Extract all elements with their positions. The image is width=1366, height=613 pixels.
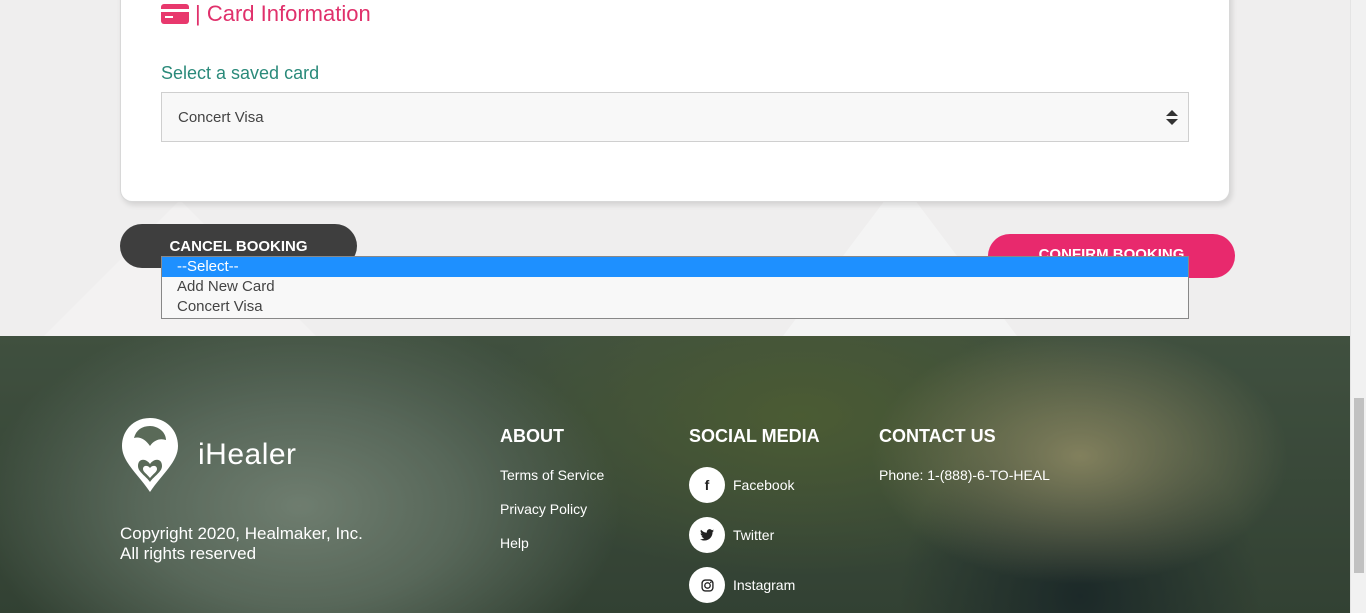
- social-media-heading: SOCIAL MEDIA: [689, 426, 820, 446]
- twitter-label: Twitter: [733, 527, 775, 543]
- brand-name: iHealer: [198, 438, 297, 471]
- contact-us-heading: CONTACT US: [879, 426, 996, 446]
- footer: iHealer Copyright 2020, Healmaker, Inc. …: [0, 336, 1350, 613]
- saved-card-select[interactable]: Concert Visa: [161, 92, 1189, 142]
- saved-card-dropdown-list: --Select-- Add New Card Concert Visa: [161, 256, 1189, 319]
- twitter-icon: [689, 517, 725, 553]
- credit-card-icon: [161, 4, 189, 24]
- ihealer-logo[interactable]: iHealer: [120, 416, 297, 494]
- dropdown-option-concert-visa[interactable]: Concert Visa: [162, 297, 1188, 317]
- twitter-link[interactable]: Twitter: [689, 517, 820, 553]
- footer-contact-column: CONTACT US Phone: 1-(888)-6-TO-HEAL: [879, 426, 1050, 483]
- facebook-label: Facebook: [733, 477, 795, 493]
- about-heading: ABOUT: [500, 426, 564, 446]
- rights-line: All rights reserved: [120, 544, 257, 563]
- scrollbar-thumb[interactable]: [1354, 398, 1364, 573]
- footer-social-column: SOCIAL MEDIA f Facebook Twitter Instagra…: [689, 426, 820, 613]
- privacy-policy-link[interactable]: Privacy Policy: [500, 501, 604, 517]
- copyright-line: Copyright 2020, Healmaker, Inc.: [120, 524, 363, 543]
- help-link[interactable]: Help: [500, 535, 604, 551]
- ihealer-logo-icon: [122, 418, 178, 492]
- instagram-label: Instagram: [733, 577, 796, 593]
- page-scrollbar[interactable]: [1350, 0, 1366, 613]
- card-information-heading: | Card Information: [161, 1, 371, 27]
- instagram-icon: [689, 567, 725, 603]
- dropdown-option-add-new-card[interactable]: Add New Card: [162, 277, 1188, 297]
- copyright-text: Copyright 2020, Healmaker, Inc. All righ…: [120, 524, 363, 564]
- select-arrows-icon: [1166, 110, 1178, 126]
- facebook-icon: f: [689, 467, 725, 503]
- footer-about-column: ABOUT Terms of Service Privacy Policy He…: [500, 426, 604, 569]
- saved-card-selected-value: Concert Visa: [178, 108, 264, 126]
- terms-of-service-link[interactable]: Terms of Service: [500, 467, 604, 483]
- saved-card-label: Select a saved card: [161, 63, 320, 83]
- facebook-link[interactable]: f Facebook: [689, 467, 820, 503]
- instagram-link[interactable]: Instagram: [689, 567, 820, 603]
- card-information-panel: | Card Information Select a saved card C…: [120, 0, 1230, 202]
- card-information-title: | Card Information: [195, 1, 371, 26]
- contact-phone: Phone: 1-(888)-6-TO-HEAL: [879, 467, 1050, 483]
- dropdown-option-select[interactable]: --Select--: [162, 257, 1188, 277]
